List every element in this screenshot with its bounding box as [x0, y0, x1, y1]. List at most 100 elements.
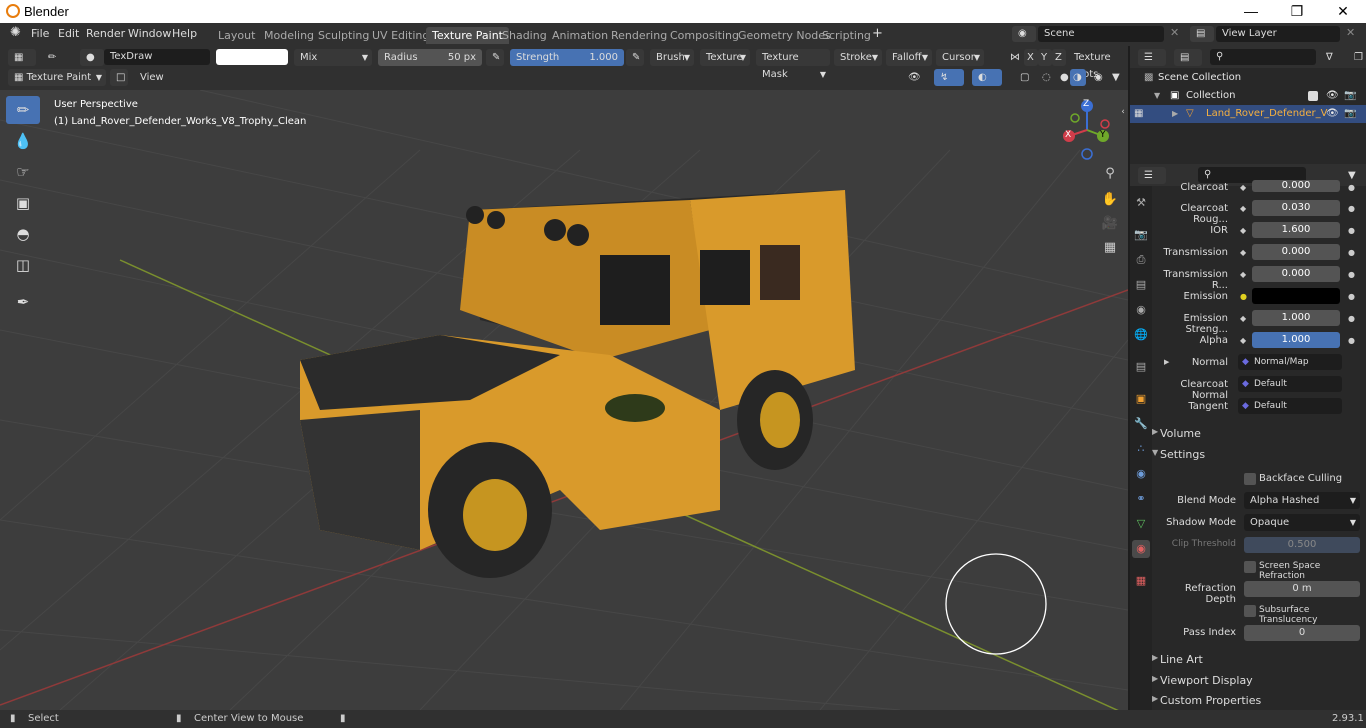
keyframe-dot-icon[interactable]: ●: [1348, 314, 1355, 323]
eye-icon[interactable]: 👁: [1326, 87, 1339, 105]
emission-color-swatch[interactable]: [1252, 288, 1340, 304]
exclude-checkbox[interactable]: [1308, 91, 1318, 101]
menu-window[interactable]: Window: [128, 27, 171, 40]
blend-mode-select[interactable]: Alpha Hashed ▼: [1244, 492, 1360, 509]
outliner-search-input[interactable]: ⚲: [1210, 49, 1316, 65]
menu-help[interactable]: Help: [172, 27, 197, 40]
data-tab-icon[interactable]: ▽: [1132, 515, 1150, 533]
maximize-icon[interactable]: ❐: [1274, 0, 1320, 23]
texture-mask-menu[interactable]: Texture Mask ▼: [756, 49, 830, 80]
display-mode-icon[interactable]: ▤: [1174, 49, 1202, 66]
tab-modeling[interactable]: Modeling: [258, 27, 320, 44]
particles-tab-icon[interactable]: ∴: [1132, 440, 1150, 458]
tab-uv-editing[interactable]: UV Editing: [366, 27, 435, 44]
refraction-depth-field[interactable]: 0 m: [1244, 581, 1360, 597]
normal-link-field[interactable]: ◆ Normal/Map: [1238, 354, 1342, 370]
texture-menu[interactable]: Texture ▼: [700, 49, 750, 66]
smear-icon[interactable]: ☞: [6, 158, 40, 186]
tangent-field[interactable]: ◆ Default: [1238, 398, 1342, 414]
minimize-icon[interactable]: —: [1228, 0, 1274, 23]
tab-shading[interactable]: Shading: [496, 27, 553, 44]
overlays-toggle-icon[interactable]: ◐: [972, 69, 1002, 86]
strength-pressure-icon[interactable]: ✎: [626, 49, 644, 66]
keyframe-dot-icon[interactable]: ●: [1348, 248, 1355, 257]
settings-panel-header[interactable]: ▼ Settings: [1152, 448, 1205, 461]
keyframe-dot-icon[interactable]: ●: [1348, 204, 1355, 213]
clone-icon[interactable]: ▣: [6, 189, 40, 217]
axis-z-toggle[interactable]: Z: [1052, 49, 1066, 66]
cursor-menu[interactable]: Cursor ▼: [936, 49, 984, 66]
annotate-icon[interactable]: ✒: [6, 288, 40, 316]
close-icon[interactable]: ✕: [1320, 0, 1366, 23]
tab-scripting[interactable]: Scripting: [816, 27, 877, 44]
soften-icon[interactable]: 💧: [6, 127, 40, 155]
brush-preview-icon[interactable]: ●: [80, 49, 104, 66]
alpha-field[interactable]: 1.000: [1252, 332, 1340, 348]
new-collection-icon[interactable]: ❐: [1348, 49, 1364, 66]
radius-slider[interactable]: Radius 50 px: [378, 49, 482, 66]
editor-type-icon[interactable]: ▦: [8, 49, 36, 66]
outliner-editor-type-icon[interactable]: ☰: [1138, 49, 1166, 66]
expand-arrow-icon[interactable]: ▼: [1154, 87, 1160, 105]
fill-icon[interactable]: ◓: [6, 220, 40, 248]
texture-slots-menu[interactable]: Texture Slots: [1070, 49, 1128, 80]
view-layer-icon[interactable]: ▤: [1190, 26, 1214, 42]
shading-options-chevron-icon[interactable]: ▼: [1106, 69, 1122, 86]
ortho-grid-icon[interactable]: ▦: [1100, 238, 1120, 258]
outliner-object-row[interactable]: ▦ ▶ ▽ Land_Rover_Defender_V 👁 📷: [1130, 105, 1366, 123]
menu-file[interactable]: File: [31, 27, 49, 40]
viewport-display-panel-header[interactable]: ▶ Viewport Display: [1152, 674, 1253, 687]
camera-icon[interactable]: 🎥: [1100, 214, 1120, 234]
draw-brush-icon[interactable]: ✏: [6, 96, 40, 124]
axis-y-toggle[interactable]: Y: [1038, 49, 1052, 66]
view-menu[interactable]: View: [134, 69, 164, 86]
visibility-icon[interactable]: 👁: [902, 69, 932, 86]
tab-rendering[interactable]: Rendering: [605, 27, 673, 44]
tab-animation[interactable]: Animation: [546, 27, 614, 44]
scene-icon[interactable]: ◉: [1012, 26, 1036, 42]
falloff-menu[interactable]: Falloff ▼: [886, 49, 932, 66]
shadow-mode-select[interactable]: Opaque ▼: [1244, 514, 1360, 531]
add-workspace-icon[interactable]: +: [872, 26, 883, 41]
brush-name-field[interactable]: TexDraw: [104, 49, 210, 65]
modifier-tab-icon[interactable]: 🔧: [1132, 415, 1150, 433]
transmission-field[interactable]: 0.000: [1252, 244, 1340, 260]
line-art-panel-header[interactable]: ▶ Line Art: [1152, 653, 1203, 666]
camera-render-icon[interactable]: 📷: [1344, 87, 1356, 105]
material-tab-icon[interactable]: ◉: [1132, 540, 1150, 558]
keyframe-dot-icon[interactable]: ●: [1348, 270, 1355, 279]
menu-edit[interactable]: Edit: [58, 27, 79, 40]
strength-slider[interactable]: Strength 1.000: [510, 49, 624, 66]
backface-culling-checkbox[interactable]: [1244, 473, 1256, 485]
brush-color-swatch[interactable]: [216, 49, 288, 65]
emission-strength-field[interactable]: 1.000: [1252, 310, 1340, 326]
outliner-scene-collection[interactable]: ▩ Scene Collection: [1130, 69, 1366, 87]
solid-shading-icon[interactable]: ●: [1054, 69, 1070, 86]
ior-field[interactable]: 1.600: [1252, 222, 1340, 238]
scene-remove-icon[interactable]: ✕: [1170, 26, 1179, 39]
scene-selector[interactable]: Scene: [1038, 26, 1164, 42]
brush-icon[interactable]: ✏: [42, 49, 66, 66]
axis-x-toggle[interactable]: X: [1024, 49, 1038, 66]
wireframe-shading-icon[interactable]: ◌: [1036, 69, 1052, 86]
sidebar-toggle-icon[interactable]: ‹: [1118, 102, 1128, 122]
mask-icon[interactable]: ◫: [6, 251, 40, 279]
3d-viewport[interactable]: User Perspective (1) Land_Rover_Defender…: [0, 90, 1128, 710]
clearcoat-field[interactable]: 0.000: [1252, 180, 1340, 192]
material-shading-icon[interactable]: ◑: [1070, 69, 1086, 86]
gizmo-toggle-icon[interactable]: ↯: [934, 69, 964, 86]
blender-menu-icon[interactable]: ✺: [10, 25, 21, 40]
stroke-menu[interactable]: Stroke ▼: [834, 49, 882, 66]
camera-render-icon[interactable]: 📷: [1344, 105, 1356, 123]
rendered-shading-icon[interactable]: ◉: [1088, 69, 1104, 86]
transmission-roughness-field[interactable]: 0.000: [1252, 266, 1340, 282]
mode-dropdown[interactable]: ▦ Texture Paint ▼: [8, 69, 106, 86]
symmetry-icon[interactable]: ⋈: [1004, 49, 1022, 66]
properties-options-icon[interactable]: ▼: [1342, 167, 1360, 184]
radius-pressure-icon[interactable]: ✎: [486, 49, 504, 66]
brush-menu[interactable]: Brush ▼: [650, 49, 694, 66]
outliner-collection-row[interactable]: ▼ ▣ Collection 👁 📷: [1130, 87, 1366, 105]
ssr-checkbox[interactable]: [1244, 561, 1256, 573]
pass-index-field[interactable]: 0: [1244, 625, 1360, 641]
xray-icon[interactable]: ▢: [1014, 69, 1030, 86]
